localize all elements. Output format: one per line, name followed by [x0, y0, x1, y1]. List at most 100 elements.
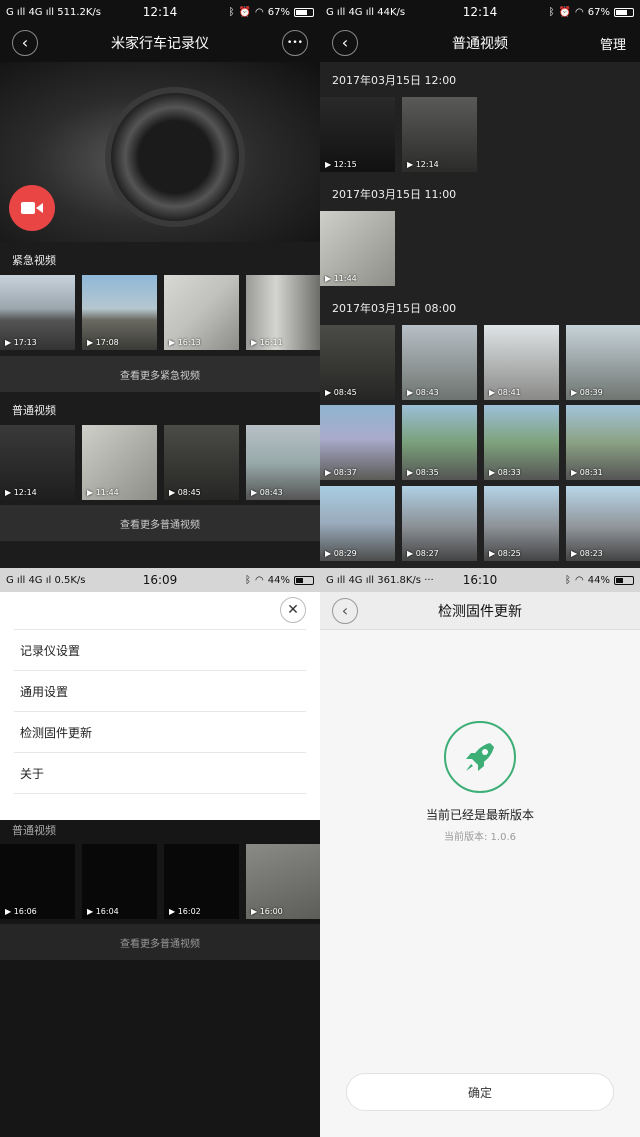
battery-fill	[296, 577, 304, 583]
emergency-video-thumb[interactable]: ▶ 16:13	[164, 275, 239, 350]
close-button[interactable]: ✕	[280, 597, 306, 623]
emergency-video-thumb[interactable]: ▶ 16:11	[246, 275, 320, 350]
battery-icon	[294, 575, 314, 585]
video-thumb[interactable]: ▶ 08:35	[402, 405, 477, 480]
thumb-time: ▶ 12:15	[325, 160, 357, 169]
thumb-time: ▶ 08:29	[325, 549, 357, 558]
normal-videos-screen: G ıll 4G ıll 44K/s 12:14 ᛒ ⏰ ◠ 67% ‹ 普通视…	[320, 0, 640, 568]
nav-bar: ‹ 普通视频 管理	[320, 24, 640, 62]
thumb-time: ▶ 16:04	[87, 907, 119, 916]
status-time: 12:14	[462, 5, 498, 19]
thumb-time: ▶ 12:14	[5, 488, 37, 497]
firmware-update-screen: G ıll 4G ıll 361.8K/s ··· 16:10 ᛒ ◠ 44% …	[320, 568, 640, 1137]
thumb-time: ▶ 11:44	[87, 488, 119, 497]
page-title: 检测固件更新	[438, 603, 522, 620]
back-button[interactable]: ‹	[332, 598, 358, 624]
date-group-heading: 2017年03月15日 12:00	[332, 74, 457, 87]
menu-item-firmware-update[interactable]: 检测固件更新	[14, 712, 306, 753]
thumb-time: ▶ 16:13	[169, 338, 201, 347]
back-button[interactable]: ‹	[332, 30, 358, 56]
thumb-time: ▶ 08:43	[407, 388, 439, 397]
thumb-time: ▶ 16:00	[251, 907, 283, 916]
video-thumb[interactable]: ▶ 08:33	[484, 405, 559, 480]
thumb-time: ▶ 11:44	[325, 274, 357, 283]
more-normal-videos-button[interactable]: 查看更多普通视频	[0, 505, 320, 541]
status-bar: G ıll 4G ıll 511.2K/s 12:14 ᛒ ⏰ ◠ 67%	[0, 0, 320, 24]
battery-fill	[616, 577, 624, 583]
normal-video-thumb[interactable]: ▶ 11:44	[82, 425, 157, 500]
thumb-time: ▶ 08:23	[571, 549, 603, 558]
thumb-time: ▶ 16:11	[251, 338, 283, 347]
thumb-time: ▶ 08:35	[407, 468, 439, 477]
video-thumb[interactable]: ▶ 08:37	[320, 405, 395, 480]
normal-video-thumb[interactable]: ▶ 12:14	[0, 425, 75, 500]
battery-fill	[296, 9, 307, 15]
normal-video-thumb[interactable]: ▶ 08:45	[164, 425, 239, 500]
thumb-time: ▶ 08:31	[571, 468, 603, 477]
thumb-time: ▶ 17:08	[87, 338, 119, 347]
thumb-time: ▶ 08:25	[489, 549, 521, 558]
emergency-video-thumb[interactable]: ▶ 17:13	[0, 275, 75, 350]
confirm-button[interactable]: 确定	[346, 1073, 614, 1111]
battery-fill	[616, 9, 627, 15]
video-thumb[interactable]: ▶ 08:39	[566, 325, 640, 400]
emergency-video-thumb[interactable]: ▶ 17:08	[82, 275, 157, 350]
thumb-time: ▶ 08:45	[169, 488, 201, 497]
dashcam-home-screen: G ıll 4G ıll 511.2K/s 12:14 ᛒ ⏰ ◠ 67% ‹ …	[0, 0, 320, 568]
page-title: 米家行车记录仪	[111, 36, 209, 52]
video-thumb[interactable]: ▶ 08:43	[402, 325, 477, 400]
record-video-button[interactable]	[9, 185, 55, 231]
status-message: 当前已经是最新版本	[425, 808, 534, 822]
thumb-time: ▶ 08:45	[325, 388, 357, 397]
video-thumb[interactable]: ▶ 08:29	[320, 486, 395, 561]
date-group-heading: 2017年03月15日 11:00	[332, 188, 457, 201]
battery-icon	[294, 7, 314, 17]
emergency-videos-heading: 紧急视频	[12, 254, 56, 267]
status-bar: G ıll 4G ıl 0.5K/s 16:09 ᛒ ◠ 44%	[0, 568, 320, 592]
normal-video-thumb[interactable]: ▶ 16:02	[164, 844, 239, 919]
menu-item-about[interactable]: 关于	[14, 753, 306, 794]
battery-icon	[614, 7, 634, 17]
normal-video-thumb[interactable]: ▶ 08:43	[246, 425, 320, 500]
more-normal-videos-button[interactable]: 查看更多普通视频	[0, 924, 320, 960]
normal-video-thumb[interactable]: ▶ 16:00	[246, 844, 320, 919]
thumb-time: ▶ 08:39	[571, 388, 603, 397]
rocket-icon	[466, 743, 494, 771]
nav-bar: ‹ 检测固件更新	[320, 592, 640, 630]
status-bar: G ıll 4G ıll 44K/s 12:14 ᛒ ⏰ ◠ 67%	[320, 0, 640, 24]
video-thumb[interactable]: ▶ 12:15	[320, 97, 395, 172]
video-thumb[interactable]: ▶ 08:41	[484, 325, 559, 400]
thumb-time: ▶ 08:27	[407, 549, 439, 558]
normal-video-thumb[interactable]: ▶ 16:04	[82, 844, 157, 919]
manage-button[interactable]: 管理	[600, 34, 626, 53]
current-version: 当前版本: 1.0.6	[444, 832, 516, 843]
video-thumb[interactable]: ▶ 08:27	[402, 486, 477, 561]
video-thumb[interactable]: ▶ 08:23	[566, 486, 640, 561]
video-thumb[interactable]: ▶ 11:44	[320, 211, 395, 286]
menu-item-general-settings[interactable]: 通用设置	[14, 671, 306, 712]
thumb-time: ▶ 12:14	[407, 160, 439, 169]
video-thumb[interactable]: ▶ 08:31	[566, 405, 640, 480]
status-time: 12:14	[142, 5, 178, 19]
battery-icon	[614, 575, 634, 585]
status-bar: G ıll 4G ıll 361.8K/s ··· 16:10 ᛒ ◠ 44%	[320, 568, 640, 592]
thumb-time: ▶ 17:13	[5, 338, 37, 347]
status-time: 16:10	[462, 573, 498, 587]
menu-item-recorder-settings[interactable]: 记录仪设置	[14, 630, 306, 671]
watch-in-preview-image	[105, 87, 245, 227]
more-options-button[interactable]: •••	[282, 30, 308, 56]
thumb-time: ▶ 16:06	[5, 907, 37, 916]
rocket-badge	[444, 721, 516, 793]
status-time: 16:09	[142, 573, 178, 587]
normal-video-thumb[interactable]: ▶ 16:06	[0, 844, 75, 919]
thumb-time: ▶ 08:33	[489, 468, 521, 477]
live-camera-preview[interactable]	[0, 62, 320, 242]
back-button[interactable]: ‹	[12, 30, 38, 56]
settings-menu-sheet: ✕ 记录仪设置 通用设置 检测固件更新 关于	[0, 592, 320, 820]
nav-bar: ‹ 米家行车记录仪 •••	[0, 24, 320, 62]
more-emergency-videos-button[interactable]: 查看更多紧急视频	[0, 356, 320, 392]
page-title: 普通视频	[452, 36, 508, 52]
video-thumb[interactable]: ▶ 12:14	[402, 97, 477, 172]
video-thumb[interactable]: ▶ 08:45	[320, 325, 395, 400]
video-thumb[interactable]: ▶ 08:25	[484, 486, 559, 561]
